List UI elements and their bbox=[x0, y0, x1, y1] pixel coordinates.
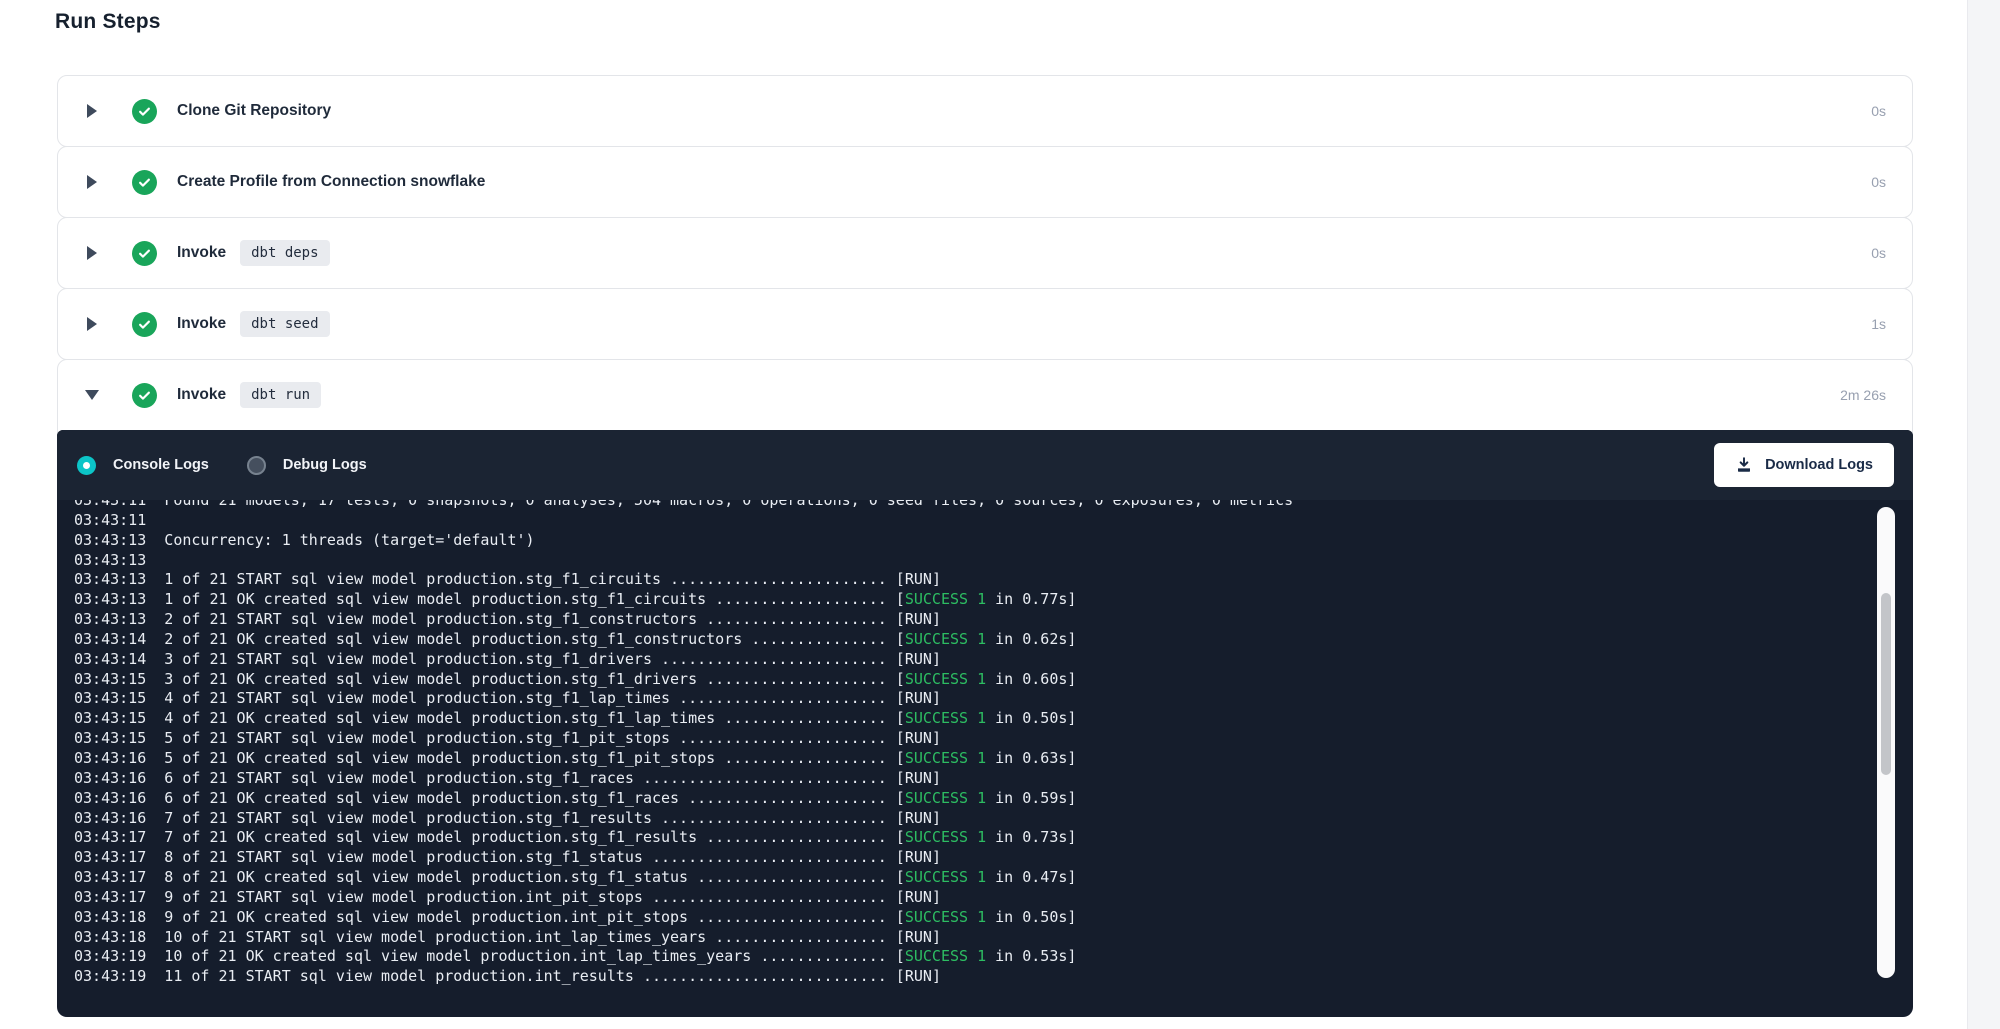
console-logs-radio[interactable]: Console Logs bbox=[77, 456, 209, 475]
log-line: 03:43:18 10 of 21 START sql view model p… bbox=[74, 928, 1913, 948]
console-panel: Console Logs Debug Logs Download Logs 03… bbox=[57, 430, 1913, 1017]
log-line: 03:43:16 6 of 21 OK created sql view mod… bbox=[74, 789, 1913, 809]
step-card-dbt-deps: Invoke dbt deps 0s bbox=[57, 217, 1913, 289]
log-line: 03:43:17 7 of 21 OK created sql view mod… bbox=[74, 828, 1913, 848]
console-log-viewport[interactable]: 03:43:11 Found 21 models, 17 tests, 0 sn… bbox=[57, 500, 1913, 1004]
debug-logs-radio[interactable]: Debug Logs bbox=[247, 456, 367, 475]
log-line: 03:43:17 8 of 21 START sql view model pr… bbox=[74, 848, 1913, 868]
success-check-icon bbox=[132, 312, 157, 337]
step-duration: 2m 26s bbox=[1840, 387, 1886, 403]
step-label: Invoke bbox=[177, 244, 226, 262]
step-row-dbt-deps[interactable]: Invoke dbt deps 0s bbox=[58, 218, 1912, 288]
log-line: 03:43:11 Found 21 models, 17 tests, 0 sn… bbox=[74, 500, 1913, 511]
step-duration: 0s bbox=[1871, 103, 1886, 119]
chevron-down-icon[interactable] bbox=[86, 388, 98, 402]
log-line: 03:43:14 2 of 21 OK created sql view mod… bbox=[74, 630, 1913, 650]
chevron-right-icon[interactable] bbox=[86, 317, 98, 331]
console-log-lines: 03:43:11 Found 21 models, 17 tests, 0 sn… bbox=[74, 500, 1913, 987]
success-check-icon bbox=[132, 383, 157, 408]
page-right-gutter bbox=[1967, 0, 2000, 1029]
console-scrollbar-thumb[interactable] bbox=[1881, 593, 1891, 775]
console-scrollbar-track[interactable] bbox=[1877, 507, 1895, 978]
download-logs-label: Download Logs bbox=[1765, 457, 1873, 473]
success-check-icon bbox=[132, 170, 157, 195]
log-line: 03:43:16 6 of 21 START sql view model pr… bbox=[74, 769, 1913, 789]
step-label: Invoke bbox=[177, 386, 226, 404]
chevron-right-icon[interactable] bbox=[86, 175, 98, 189]
step-row-create-profile[interactable]: Create Profile from Connection snowflake… bbox=[58, 147, 1912, 217]
log-line: 03:43:13 1 of 21 OK created sql view mod… bbox=[74, 590, 1913, 610]
success-check-icon bbox=[132, 99, 157, 124]
step-duration: 1s bbox=[1871, 316, 1886, 332]
log-line: 03:43:11 bbox=[74, 511, 1913, 531]
run-steps-list: Clone Git Repository 0s Create Profile f… bbox=[57, 75, 1913, 1017]
chevron-right-icon[interactable] bbox=[86, 104, 98, 118]
log-line: 03:43:19 10 of 21 OK created sql view mo… bbox=[74, 947, 1913, 967]
log-line: 03:43:13 1 of 21 START sql view model pr… bbox=[74, 570, 1913, 590]
log-line: 03:43:16 7 of 21 START sql view model pr… bbox=[74, 809, 1913, 829]
page-title: Run Steps bbox=[55, 10, 161, 34]
console-header: Console Logs Debug Logs Download Logs bbox=[57, 430, 1913, 500]
step-label: Clone Git Repository bbox=[177, 102, 331, 120]
log-line: 03:43:19 11 of 21 START sql view model p… bbox=[74, 967, 1913, 987]
log-line: 03:43:18 9 of 21 OK created sql view mod… bbox=[74, 908, 1913, 928]
success-check-icon bbox=[132, 241, 157, 266]
step-card-create-profile: Create Profile from Connection snowflake… bbox=[57, 146, 1913, 218]
step-duration: 0s bbox=[1871, 174, 1886, 190]
download-icon bbox=[1735, 456, 1753, 474]
download-logs-button[interactable]: Download Logs bbox=[1714, 443, 1894, 487]
log-line: 03:43:15 3 of 21 OK created sql view mod… bbox=[74, 670, 1913, 690]
step-label: Invoke bbox=[177, 315, 226, 333]
log-line: 03:43:15 4 of 21 OK created sql view mod… bbox=[74, 709, 1913, 729]
log-line: 03:43:15 5 of 21 START sql view model pr… bbox=[74, 729, 1913, 749]
step-row-clone-git[interactable]: Clone Git Repository 0s bbox=[58, 76, 1912, 146]
step-duration: 0s bbox=[1871, 245, 1886, 261]
log-line: 03:43:16 5 of 21 OK created sql view mod… bbox=[74, 749, 1913, 769]
radio-unselected-icon[interactable] bbox=[247, 456, 266, 475]
step-label: Create Profile from Connection snowflake bbox=[177, 173, 485, 191]
log-line: 03:43:13 Concurrency: 1 threads (target=… bbox=[74, 531, 1913, 551]
step-row-dbt-seed[interactable]: Invoke dbt seed 1s bbox=[58, 289, 1912, 359]
log-line: 03:43:17 8 of 21 OK created sql view mod… bbox=[74, 868, 1913, 888]
log-line: 03:43:15 4 of 21 START sql view model pr… bbox=[74, 689, 1913, 709]
step-command-badge: dbt deps bbox=[240, 240, 329, 266]
log-line: 03:43:13 2 of 21 START sql view model pr… bbox=[74, 610, 1913, 630]
step-row-dbt-run[interactable]: Invoke dbt run 2m 26s bbox=[58, 360, 1912, 430]
console-logs-label[interactable]: Console Logs bbox=[113, 457, 209, 473]
step-command-badge: dbt seed bbox=[240, 311, 329, 337]
step-card-clone-git: Clone Git Repository 0s bbox=[57, 75, 1913, 147]
chevron-right-icon[interactable] bbox=[86, 246, 98, 260]
step-card-dbt-run: Invoke dbt run 2m 26s Console Logs Debug… bbox=[57, 359, 1913, 1017]
log-line: 03:43:14 3 of 21 START sql view model pr… bbox=[74, 650, 1913, 670]
radio-selected-icon[interactable] bbox=[77, 456, 96, 475]
step-command-badge: dbt run bbox=[240, 382, 321, 408]
step-card-dbt-seed: Invoke dbt seed 1s bbox=[57, 288, 1913, 360]
log-line: 03:43:17 9 of 21 START sql view model pr… bbox=[74, 888, 1913, 908]
log-line: 03:43:13 bbox=[74, 551, 1913, 571]
debug-logs-label[interactable]: Debug Logs bbox=[283, 457, 367, 473]
